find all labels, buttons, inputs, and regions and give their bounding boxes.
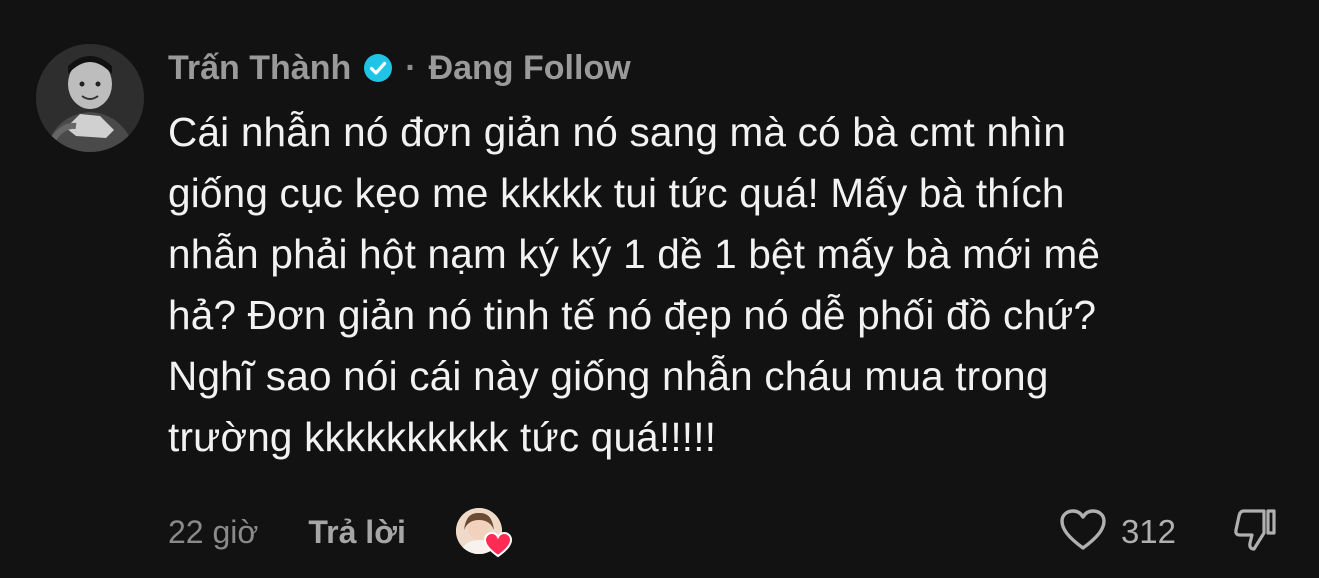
- reply-button[interactable]: Trả lời: [308, 514, 405, 551]
- comment-timestamp: 22 giờ: [168, 513, 259, 550]
- like-button[interactable]: 312: [1059, 508, 1176, 557]
- author-avatar[interactable]: [36, 44, 144, 152]
- comment-item: Trấn Thành · Đang Follow Cái nhẫn nó đơn…: [0, 0, 1319, 578]
- creator-liked-heart-icon: [483, 531, 512, 558]
- verified-badge-icon: [363, 53, 393, 83]
- heart-outline-icon: [1059, 508, 1107, 557]
- author-name[interactable]: Trấn Thành: [168, 49, 351, 88]
- like-count: 312: [1120, 513, 1176, 550]
- thumbs-down-icon[interactable]: [1232, 507, 1278, 558]
- comment-text: Cái nhẫn nó đơn giản nó sang mà có bà cm…: [168, 109, 1101, 460]
- header-separator: ·: [405, 48, 417, 87]
- creator-liked-indicator: [455, 504, 512, 560]
- comment-header: Trấn Thành · Đang Follow: [168, 44, 631, 92]
- comment-footer: 22 giờ Trả lời 312: [168, 502, 1278, 562]
- follow-status[interactable]: Đang Follow: [429, 49, 631, 88]
